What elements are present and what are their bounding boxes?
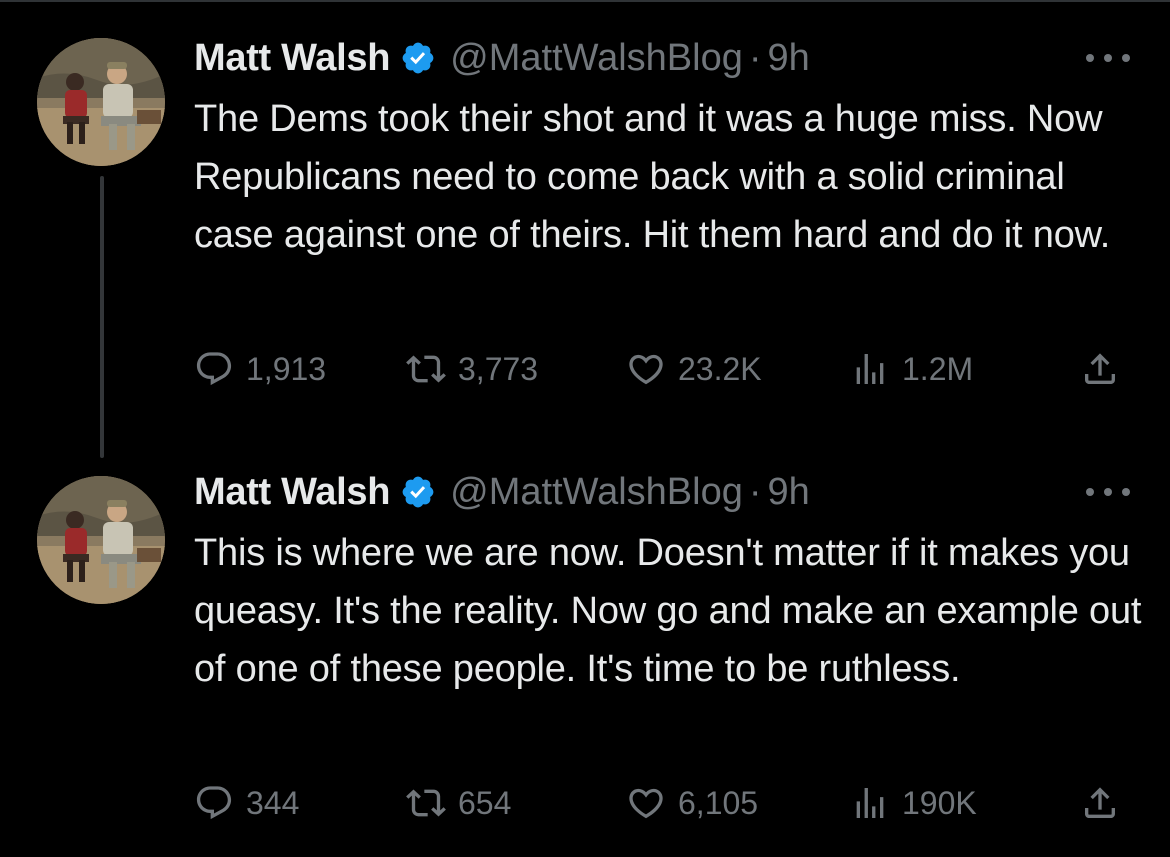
share-upload-icon: [1080, 349, 1120, 389]
tweet-header: Matt Walsh @MattWalshBlog · 9h: [194, 34, 810, 82]
more-options-icon[interactable]: [1086, 48, 1130, 68]
share-upload-icon: [1080, 783, 1120, 823]
separator-dot: ·: [748, 36, 762, 79]
timestamp[interactable]: 9h: [768, 37, 810, 80]
avatar[interactable]: [37, 476, 165, 604]
dot: [1086, 54, 1094, 62]
retweet-button[interactable]: 654: [406, 778, 511, 828]
display-name[interactable]: Matt Walsh: [194, 37, 390, 80]
retweet-button[interactable]: 3,773: [406, 344, 538, 394]
dot: [1104, 488, 1112, 496]
verified-badge-icon[interactable]: [400, 474, 436, 510]
heart-icon: [626, 349, 666, 389]
reply-count: 1,913: [246, 350, 327, 387]
separator-dot: ·: [748, 470, 762, 513]
action-bar: 344 654 6,105 190K: [194, 778, 1134, 828]
dot: [1104, 54, 1112, 62]
like-count: 6,105: [678, 784, 759, 821]
display-name[interactable]: Matt Walsh: [194, 471, 390, 514]
action-bar: 1,913 3,773 23.2K 1.2M: [194, 344, 1134, 394]
share-button[interactable]: [1080, 344, 1120, 394]
dot: [1086, 488, 1094, 496]
like-count: 23.2K: [678, 350, 762, 387]
views-button[interactable]: 190K: [850, 778, 977, 828]
heart-icon: [626, 783, 666, 823]
tweet-text: The Dems took their shot and it was a hu…: [194, 98, 1111, 256]
share-button[interactable]: [1080, 778, 1120, 828]
retweet-arrows-icon: [406, 783, 446, 823]
bar-chart-icon: [850, 349, 890, 389]
dot: [1122, 54, 1130, 62]
views-count: 1.2M: [902, 350, 974, 387]
user-handle[interactable]: @MattWalshBlog: [450, 471, 743, 514]
bar-chart-icon: [850, 783, 890, 823]
like-button[interactable]: 6,105: [626, 778, 758, 828]
retweet-arrows-icon: [406, 349, 446, 389]
speech-bubble-icon: [194, 349, 234, 389]
more-options-icon[interactable]: [1086, 482, 1130, 502]
reply-count: 344: [246, 784, 300, 821]
tweet-text: This is where we are now. Doesn't matter…: [194, 532, 1142, 690]
avatar[interactable]: [37, 38, 165, 166]
reply-button[interactable]: 344: [194, 778, 299, 828]
views-button[interactable]: 1.2M: [850, 344, 973, 394]
reply-button[interactable]: 1,913: [194, 344, 326, 394]
views-count: 190K: [902, 784, 977, 821]
retweet-count: 3,773: [458, 350, 539, 387]
timestamp[interactable]: 9h: [768, 471, 810, 514]
tweet-header: Matt Walsh @MattWalshBlog · 9h: [194, 468, 810, 516]
dot: [1122, 488, 1130, 496]
user-handle[interactable]: @MattWalshBlog: [450, 37, 743, 80]
retweet-count: 654: [458, 784, 512, 821]
like-button[interactable]: 23.2K: [626, 344, 762, 394]
tweet[interactable]: Matt Walsh @MattWalshBlog · 9h The Dems …: [0, 0, 1170, 430]
speech-bubble-icon: [194, 783, 234, 823]
verified-badge-icon[interactable]: [400, 40, 436, 76]
